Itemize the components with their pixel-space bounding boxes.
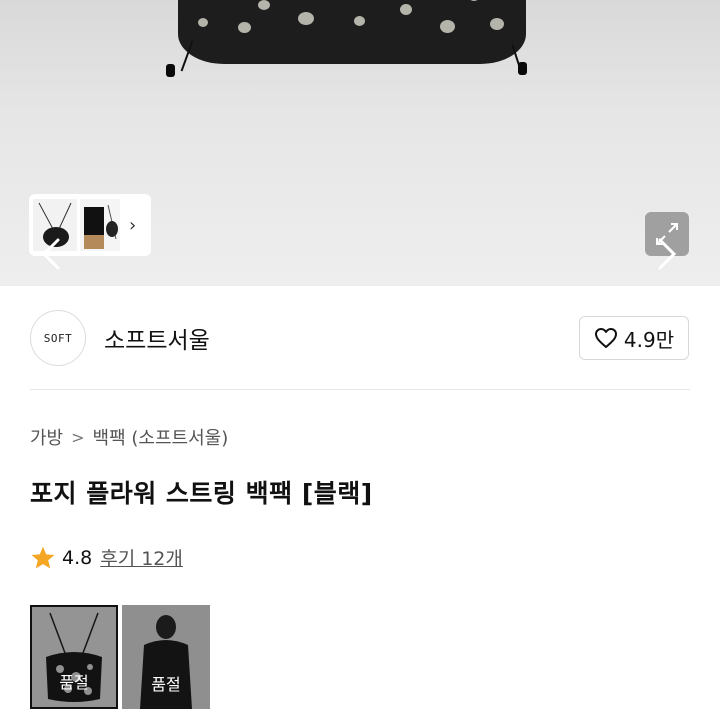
breadcrumb-subcategory[interactable]: 백팩 (소프트서울) (93, 424, 229, 450)
brand-logo[interactable]: SOFT (30, 310, 86, 366)
product-rating: 4.8 후기 12개 (30, 544, 183, 571)
breadcrumb-category[interactable]: 가방 (30, 424, 63, 450)
brand-like-button[interactable]: 4.9만 (579, 316, 689, 360)
like-count: 4.9만 (623, 327, 675, 352)
option-thumbnail[interactable]: 품절 (30, 605, 118, 709)
product-image-viewer[interactable]: › (0, 0, 720, 286)
divider (30, 389, 690, 390)
product-title: 포지 플라워 스트링 백팩 [블랙] (30, 479, 373, 508)
color-options: 품절 품절 (30, 605, 210, 709)
heart-icon (594, 328, 617, 348)
brand-name[interactable]: 소프트서울 (104, 321, 210, 355)
star-icon (31, 546, 55, 568)
breadcrumb-separator: > (71, 427, 85, 447)
product-main-image (178, 0, 526, 64)
chevron-right-icon[interactable] (652, 236, 682, 272)
chevron-right-icon[interactable]: › (129, 215, 136, 236)
sold-out-label: 품절 (32, 607, 116, 707)
chevron-left-icon[interactable] (36, 236, 66, 272)
option-thumbnail[interactable]: 품절 (122, 605, 210, 709)
brand-row: SOFT 소프트서울 4.9만 (0, 286, 720, 390)
breadcrumb: 가방 > 백팩 (소프트서울) (30, 424, 228, 450)
thumbnail-image[interactable] (80, 199, 120, 251)
rating-value: 4.8 (62, 546, 93, 569)
reviews-link[interactable]: 후기 12개 (100, 544, 183, 571)
sold-out-label: 품절 (122, 605, 210, 709)
